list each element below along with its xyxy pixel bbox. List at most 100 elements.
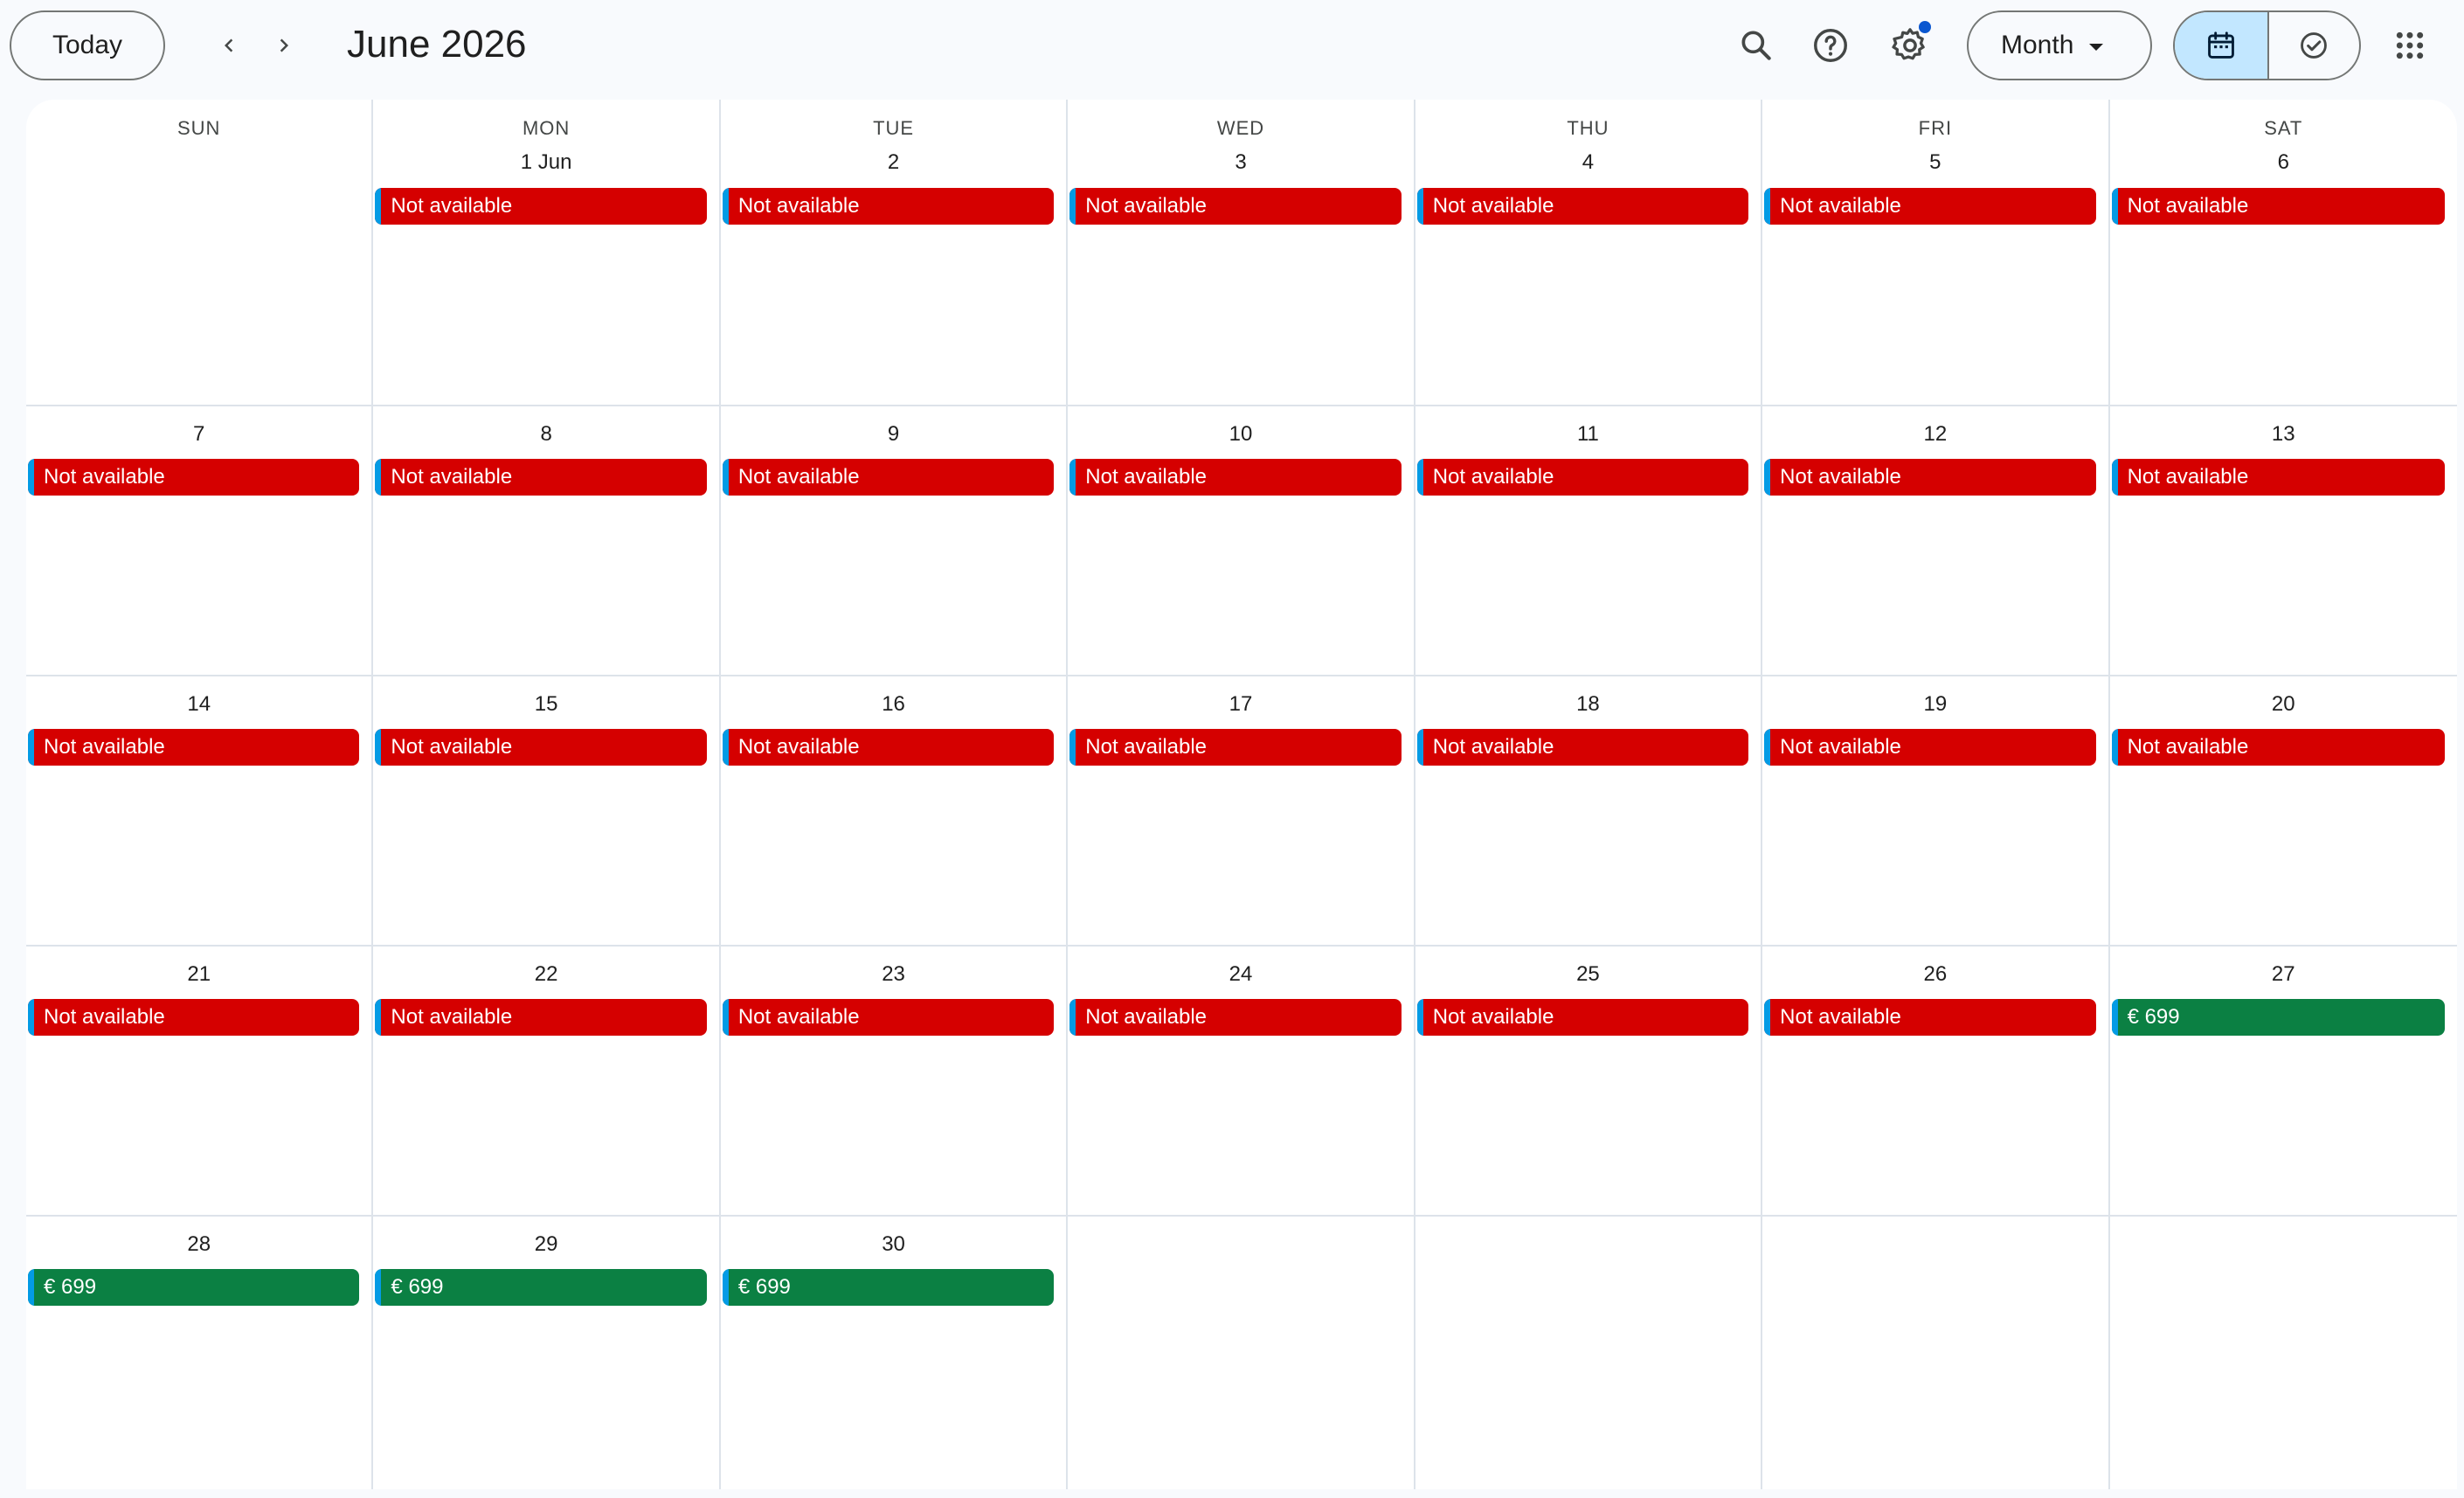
day-cell[interactable]: 25 Not available bbox=[1415, 947, 1763, 1217]
day-cell[interactable]: 15 Not available bbox=[373, 676, 721, 947]
day-number[interactable]: 25 bbox=[1415, 962, 1761, 987]
not-available-event-chip[interactable]: Not available bbox=[1416, 999, 1749, 1036]
day-cell[interactable]: 13 Not available bbox=[2109, 406, 2457, 676]
not-available-event-chip[interactable]: Not available bbox=[28, 459, 360, 496]
day-cell[interactable]: 14 Not available bbox=[26, 676, 374, 947]
day-cell[interactable]: 27 € 699 bbox=[2109, 947, 2457, 1217]
not-available-event-chip[interactable]: Not available bbox=[2111, 188, 2445, 225]
day-number[interactable]: 17 bbox=[1068, 692, 1413, 717]
day-number[interactable]: 11 bbox=[1415, 422, 1761, 447]
today-button[interactable]: Today bbox=[10, 10, 165, 80]
day-cell[interactable]: 24 Not available bbox=[1068, 947, 1415, 1217]
day-cell[interactable]: WED 3 Not available bbox=[1068, 100, 1415, 406]
settings-button[interactable] bbox=[1882, 17, 1938, 73]
not-available-event-chip[interactable]: Not available bbox=[28, 999, 360, 1036]
day-number[interactable]: 19 bbox=[1762, 692, 2108, 717]
day-cell[interactable]: TUE 2 Not available bbox=[720, 100, 1069, 406]
day-number[interactable]: 8 bbox=[373, 422, 718, 447]
not-available-event-chip[interactable]: Not available bbox=[2111, 729, 2445, 766]
tasks-view-toggle[interactable] bbox=[2267, 12, 2360, 79]
day-number[interactable]: 26 bbox=[1762, 962, 2108, 987]
day-cell[interactable]: 19 Not available bbox=[1762, 676, 2110, 947]
not-available-event-chip[interactable]: Not available bbox=[1069, 999, 1402, 1036]
not-available-event-chip[interactable]: Not available bbox=[2111, 459, 2445, 496]
calendar-view-toggle[interactable] bbox=[2175, 12, 2267, 79]
day-number[interactable]: 5 bbox=[1762, 150, 2108, 175]
not-available-event-chip[interactable]: Not available bbox=[375, 459, 707, 496]
help-button[interactable] bbox=[1803, 17, 1858, 73]
day-number[interactable]: 22 bbox=[373, 962, 718, 987]
search-button[interactable] bbox=[1728, 17, 1784, 73]
day-cell[interactable] bbox=[1762, 1217, 2110, 1489]
day-cell[interactable]: SAT 6 Not available bbox=[2109, 100, 2457, 406]
not-available-event-chip[interactable]: Not available bbox=[1069, 188, 1402, 225]
not-available-event-chip[interactable]: Not available bbox=[1764, 188, 2096, 225]
day-cell[interactable]: 11 Not available bbox=[1415, 406, 1763, 676]
not-available-event-chip[interactable]: Not available bbox=[722, 729, 1055, 766]
day-number[interactable]: 2 bbox=[721, 150, 1066, 175]
day-number[interactable]: 30 bbox=[721, 1232, 1066, 1257]
not-available-event-chip[interactable]: Not available bbox=[1416, 188, 1749, 225]
day-cell[interactable] bbox=[2110, 1217, 2457, 1489]
not-available-event-chip[interactable]: Not available bbox=[1764, 999, 2096, 1036]
day-cell[interactable]: 12 Not available bbox=[1762, 406, 2110, 676]
day-number[interactable]: 24 bbox=[1068, 962, 1413, 987]
day-cell[interactable]: SUN bbox=[26, 100, 374, 406]
day-number[interactable]: 18 bbox=[1415, 692, 1761, 717]
day-cell[interactable]: 23 Not available bbox=[720, 947, 1069, 1217]
price-event-chip[interactable]: € 699 bbox=[28, 1269, 360, 1306]
not-available-event-chip[interactable]: Not available bbox=[1416, 729, 1749, 766]
day-cell[interactable]: 16 Not available bbox=[720, 676, 1069, 947]
day-number[interactable]: 20 bbox=[2110, 692, 2457, 717]
day-number[interactable]: 6 bbox=[2110, 150, 2457, 175]
day-number[interactable]: 21 bbox=[26, 962, 371, 987]
not-available-event-chip[interactable]: Not available bbox=[722, 459, 1055, 496]
not-available-event-chip[interactable]: Not available bbox=[1416, 459, 1749, 496]
not-available-event-chip[interactable]: Not available bbox=[1764, 459, 2096, 496]
day-cell[interactable]: 20 Not available bbox=[2109, 676, 2457, 947]
day-cell[interactable]: 7 Not available bbox=[26, 406, 374, 676]
day-cell[interactable]: 8 Not available bbox=[373, 406, 721, 676]
day-cell[interactable]: FRI 5 Not available bbox=[1762, 100, 2110, 406]
day-number[interactable]: 23 bbox=[721, 962, 1066, 987]
day-cell[interactable]: 21 Not available bbox=[26, 947, 374, 1217]
day-cell[interactable]: MON 1 Jun Not available bbox=[373, 100, 721, 406]
view-selector[interactable]: Month bbox=[1967, 10, 2152, 80]
day-number[interactable]: 27 bbox=[2110, 962, 2457, 987]
day-number[interactable]: 29 bbox=[373, 1232, 718, 1257]
day-cell[interactable]: 29 € 699 bbox=[373, 1217, 721, 1489]
day-number[interactable]: 12 bbox=[1762, 422, 2108, 447]
day-cell[interactable]: 17 Not available bbox=[1068, 676, 1415, 947]
day-number[interactable]: 15 bbox=[373, 692, 718, 717]
day-cell[interactable] bbox=[1068, 1217, 1415, 1489]
day-cell[interactable] bbox=[1415, 1217, 1763, 1489]
day-number[interactable]: 14 bbox=[26, 692, 371, 717]
not-available-event-chip[interactable]: Not available bbox=[1764, 729, 2096, 766]
not-available-event-chip[interactable]: Not available bbox=[375, 999, 707, 1036]
not-available-event-chip[interactable]: Not available bbox=[1069, 729, 1402, 766]
day-cell[interactable]: 22 Not available bbox=[373, 947, 721, 1217]
price-event-chip[interactable]: € 699 bbox=[2111, 999, 2445, 1036]
not-available-event-chip[interactable]: Not available bbox=[1069, 459, 1402, 496]
day-cell[interactable]: 9 Not available bbox=[720, 406, 1069, 676]
day-cell[interactable]: 18 Not available bbox=[1415, 676, 1763, 947]
day-number[interactable]: 7 bbox=[26, 422, 371, 447]
day-number[interactable]: 16 bbox=[721, 692, 1066, 717]
not-available-event-chip[interactable]: Not available bbox=[28, 729, 360, 766]
day-cell[interactable]: 30 € 699 bbox=[721, 1217, 1069, 1489]
day-cell[interactable]: THU 4 Not available bbox=[1415, 100, 1763, 406]
previous-month-button[interactable] bbox=[203, 19, 255, 72]
not-available-event-chip[interactable]: Not available bbox=[722, 188, 1055, 225]
not-available-event-chip[interactable]: Not available bbox=[375, 188, 707, 225]
day-cell[interactable]: 10 Not available bbox=[1068, 406, 1415, 676]
day-number[interactable]: 3 bbox=[1068, 150, 1413, 175]
apps-button[interactable] bbox=[2382, 17, 2438, 73]
next-month-button[interactable] bbox=[258, 19, 310, 72]
day-cell[interactable]: 26 Not available bbox=[1762, 947, 2110, 1217]
day-number[interactable]: 4 bbox=[1415, 150, 1761, 175]
day-number[interactable]: 10 bbox=[1068, 422, 1413, 447]
day-number[interactable]: 13 bbox=[2110, 422, 2457, 447]
day-number[interactable]: 9 bbox=[721, 422, 1066, 447]
day-number[interactable]: 1 Jun bbox=[373, 150, 718, 175]
day-cell[interactable]: 28 € 699 bbox=[26, 1217, 374, 1489]
